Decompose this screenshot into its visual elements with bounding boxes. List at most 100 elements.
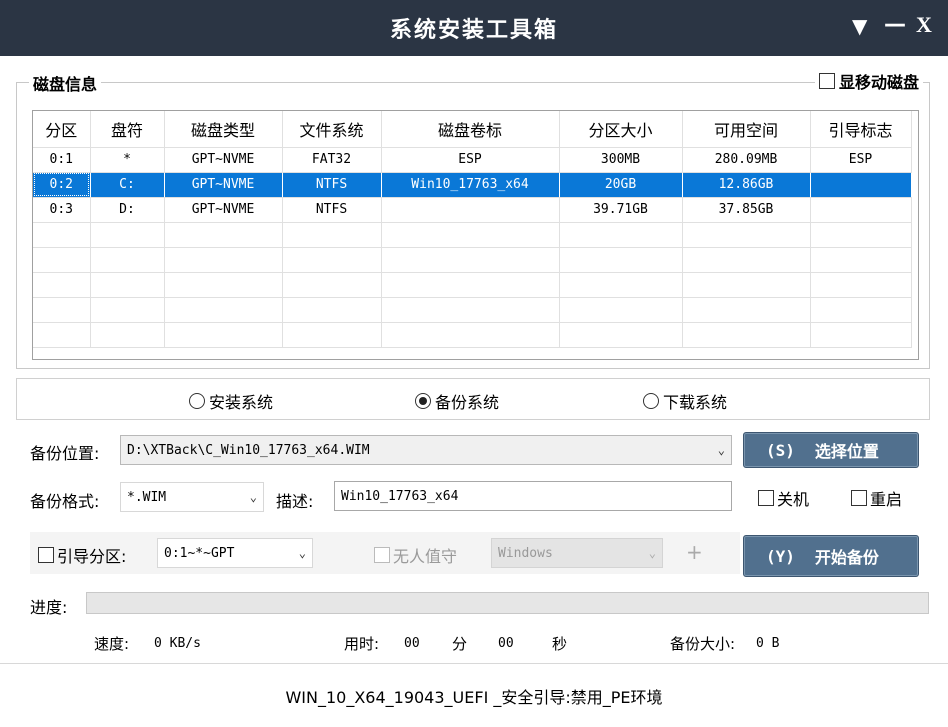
backup-size-value: 0 B [756,636,780,651]
backup-format-value: *.WIM [127,489,167,505]
cell-boot-flag: ESP [810,147,912,173]
cell-partition: 0:1 [33,147,91,173]
table-row[interactable]: 0:3 D: GPT~NVME NTFS 39.71GB 37.85GB [33,197,912,223]
start-backup-button[interactable]: (Y) 开始备份 [743,535,919,577]
seconds-unit: 秒 [552,635,568,653]
empty-row [33,322,912,348]
chevron-down-icon[interactable]: ⌄ [718,443,725,457]
radio-label: 下载系统 [663,393,728,412]
description-value: Win10_17763_x64 [341,488,459,504]
checkbox-icon[interactable] [851,490,867,506]
boot-partition-checkbox[interactable]: 引导分区: [38,543,126,567]
radio-download-system[interactable]: 下载系统 [643,389,727,413]
add-icon[interactable]: + [686,540,703,564]
radio-icon[interactable] [189,393,205,409]
backup-format-select[interactable]: *.WIM ⌄ [120,482,264,512]
unattended-checkbox[interactable]: 无人值守 [374,543,457,567]
backup-location-label: 备份位置: [30,444,100,463]
column-header-disk-type[interactable]: 磁盘类型 [164,111,283,148]
cell-file-system: NTFS [282,172,382,198]
checkbox-icon[interactable] [374,547,390,563]
cell-drive-letter: * [90,147,165,173]
chevron-down-icon[interactable]: ⌄ [250,490,257,504]
cell-partition: 0:2 [33,172,91,198]
cell-partition-size: 39.71GB [559,197,683,223]
cell-partition: 0:3 [33,197,91,223]
status-bar: WIN_10_X64_19043_UEFI _安全引导:禁用_PE环境 [0,663,948,727]
empty-row [33,247,912,273]
cell-partition-size: 20GB [559,172,683,198]
column-header-partition-size[interactable]: 分区大小 [559,111,683,148]
elapsed-minutes-value: 00 [404,636,420,651]
cell-drive-letter: D: [90,197,165,223]
backup-location-select[interactable]: D:\XTBack\C_Win10_17763_x64.WIM ⌄ [120,435,732,465]
radio-selected-icon[interactable] [415,393,431,409]
start-backup-hotkey: (Y) [766,546,795,566]
cell-boot-flag [810,172,912,198]
backup-format-label: 备份格式: [30,492,100,511]
status-text: WIN_10_X64_19043_UEFI _安全引导:禁用_PE环境 [285,688,663,707]
checkbox-icon[interactable] [38,547,54,563]
cell-disk-type: GPT~NVME [164,172,283,198]
cell-volume-label: Win10_17763_x64 [381,172,560,198]
mode-selector: 安装系统 备份系统 下载系统 [16,378,930,420]
radio-install-system[interactable]: 安装系统 [189,389,273,413]
boot-partition-label: 引导分区: [57,547,127,566]
column-header-boot-flag[interactable]: 引导标志 [810,111,912,148]
boot-partition-select[interactable]: 0:1~*~GPT ⌄ [157,538,313,568]
column-header-volume-label[interactable]: 磁盘卷标 [381,111,560,148]
restart-checkbox[interactable]: 重启 [851,486,902,510]
title-bar: 系统安装工具箱 ▼ — X [0,0,948,56]
select-location-button[interactable]: (S) 选择位置 [743,432,919,468]
description-input[interactable]: Win10_17763_x64 [334,481,732,511]
chevron-down-icon[interactable]: ⌄ [649,546,656,560]
progress-bar [86,592,929,614]
shutdown-checkbox[interactable]: 关机 [758,486,809,510]
cell-drive-letter: C: [90,172,165,198]
radio-label: 备份系统 [435,393,500,412]
window-title: 系统安装工具箱 [389,18,558,43]
radio-icon[interactable] [643,393,659,409]
cell-volume-label [381,197,560,223]
disk-info-label: 磁盘信息 [29,71,102,95]
progress-label: 进度: [30,598,68,617]
cell-file-system: FAT32 [282,147,382,173]
chevron-down-icon[interactable]: ⌄ [299,546,306,560]
close-button[interactable]: X [916,12,932,38]
partition-table[interactable]: 分区 盘符 磁盘类型 文件系统 磁盘卷标 分区大小 可用空间 引导标志 0:1 … [32,110,919,360]
column-header-file-system[interactable]: 文件系统 [282,111,382,148]
radio-label: 安装系统 [209,393,274,412]
speed-label: 速度: [94,635,130,653]
minutes-unit: 分 [452,635,468,653]
checkbox-icon[interactable] [758,490,774,506]
table-row-selected[interactable]: 0:2 C: GPT~NVME NTFS Win10_17763_x64 20G… [33,172,912,198]
minimize-button[interactable]: — [884,12,906,37]
unattended-os-select[interactable]: Windows ⌄ [491,538,663,568]
table-row[interactable]: 0:1 * GPT~NVME FAT32 ESP 300MB 280.09MB … [33,147,912,173]
unattended-os-value: Windows [498,545,553,561]
empty-row [33,297,912,323]
backup-location-value: D:\XTBack\C_Win10_17763_x64.WIM [127,442,370,458]
description-label: 描述: [276,492,314,511]
table-header-row: 分区 盘符 磁盘类型 文件系统 磁盘卷标 分区大小 可用空间 引导标志 [33,111,912,148]
backup-size-label: 备份大小: [670,635,736,653]
speed-value: 0 KB/s [154,636,201,651]
menu-dropdown-icon[interactable]: ▼ [852,14,867,38]
cell-volume-label: ESP [381,147,560,173]
start-backup-label: 开始备份 [814,548,879,567]
cell-disk-type: GPT~NVME [164,147,283,173]
checkbox-icon[interactable] [818,73,835,89]
shutdown-label: 关机 [777,490,810,509]
show-removable-checkbox[interactable]: 显移动磁盘 [814,69,923,93]
cell-boot-flag [810,197,912,223]
select-location-label: 选择位置 [814,442,879,461]
cell-free-space: 37.85GB [682,197,811,223]
elapsed-time-label: 用时: [344,635,380,653]
column-header-free-space[interactable]: 可用空间 [682,111,811,148]
disk-info-group: 磁盘信息 显移动磁盘 分区 盘符 磁盘类型 文件系统 磁盘卷标 分区大小 可用空… [16,69,930,369]
radio-backup-system[interactable]: 备份系统 [415,389,499,413]
column-header-drive-letter[interactable]: 盘符 [90,111,165,148]
unattended-label: 无人值守 [393,547,458,566]
cell-file-system: NTFS [282,197,382,223]
column-header-partition[interactable]: 分区 [33,111,91,148]
